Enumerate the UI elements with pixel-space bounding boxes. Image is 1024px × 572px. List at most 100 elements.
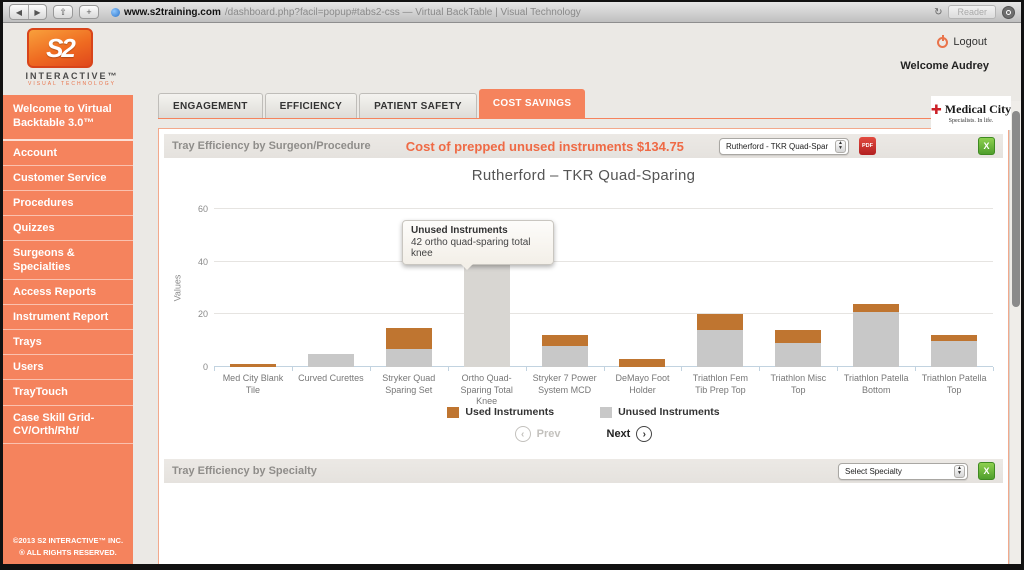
- address-bar[interactable]: www.s2training.com /dashboard.php?facil=…: [105, 7, 928, 18]
- tab-patient-safety[interactable]: PATIENT SAFETY: [359, 93, 477, 118]
- bar-triathlon-misc-top[interactable]: [775, 330, 822, 367]
- unused-segment: [307, 353, 354, 367]
- tray-efficiency-chart: Rutherford – TKR Quad-Sparing Values 0 20…: [159, 158, 1008, 450]
- legend-used-instruments: Used Instruments: [447, 406, 554, 418]
- x-axis-tick: [915, 367, 917, 371]
- excel-export-icon[interactable]: X: [978, 462, 995, 480]
- x-label-10: Triathlon Patella Top: [921, 373, 987, 395]
- new-tab-button[interactable]: +: [79, 5, 99, 19]
- legend-used-label: Used Instruments: [465, 406, 555, 419]
- s2-logo-tagline: VISUAL TECHNOLOGY: [28, 81, 116, 87]
- browser-circle-button[interactable]: [1002, 5, 1015, 19]
- used-segment: [619, 359, 666, 367]
- used-segment: [385, 327, 432, 349]
- tab-engagement[interactable]: ENGAGEMENT: [158, 93, 263, 118]
- select-stepper-icon: ▲ ▼: [954, 464, 965, 478]
- x-label-9: Triathlon Patella Bottom: [843, 373, 909, 395]
- sidebar-item-case-skill-grid-cv-orth-rht[interactable]: Case Skill Grid-CV/Orth/Rht/: [3, 406, 133, 445]
- sidebar-item-trays[interactable]: Trays: [3, 330, 133, 356]
- bar-triathlon-fem-tib-prep-top[interactable]: [697, 314, 744, 367]
- x-label-8: Triathlon Misc Top: [770, 373, 827, 395]
- sidebar-item-traytouch[interactable]: TrayTouch: [3, 380, 133, 406]
- sidebar-footer: ©2013 S2 INTERACTIVE™ INC. ® ALL RIGHTS …: [3, 535, 133, 559]
- medical-cross-icon: ✚: [930, 102, 942, 117]
- cost-summary-text: Cost of prepped unused instruments $134.…: [405, 138, 684, 154]
- unused-segment: [853, 311, 900, 367]
- content-panel: Tray Efficiency by Surgeon/Procedure Cos…: [158, 128, 1009, 564]
- x-axis-tick: [525, 367, 527, 371]
- next-page-button[interactable]: Next ›: [607, 426, 653, 443]
- s2-logo-interactive-text: INTERACTIVE™: [25, 71, 119, 81]
- chart-title: Rutherford – TKR Quad-Sparing: [471, 167, 696, 184]
- sidebar-item-users[interactable]: Users: [3, 355, 133, 381]
- pdf-export-icon[interactable]: PDF: [859, 137, 876, 155]
- legend-unused-label: Unused Instruments: [618, 406, 720, 419]
- panel-surgeon-procedure-header: Tray Efficiency by Surgeon/Procedure Cos…: [164, 134, 1003, 158]
- x-label-6: DeMayo Foot Holder: [615, 373, 670, 395]
- tab-bar: ENGAGEMENT EFFICIENCY PATIENT SAFETY COST S…: [158, 89, 586, 118]
- prev-page-button[interactable]: ‹ Prev: [514, 426, 561, 443]
- unused-segment: [463, 256, 510, 367]
- x-label-1: Med City Blank Tile: [222, 373, 284, 395]
- x-label-2: Curved Curettes: [298, 373, 364, 383]
- sidebar-item-surgeons-specialties[interactable]: Surgeons & Specialties: [3, 241, 133, 280]
- used-segment: [853, 303, 900, 312]
- sidebar-item-access-reports[interactable]: Access Reports: [3, 280, 133, 305]
- bar-demayo-foot-holder[interactable]: [619, 359, 666, 367]
- used-swatch-icon: [447, 406, 460, 418]
- back-button[interactable]: ◀: [10, 5, 28, 19]
- x-axis-tick: [291, 367, 293, 371]
- chart-plot-area: Values 0 20 40 60: [172, 204, 994, 372]
- medical-city-logo: ✚ Medical City Specialists. In life.: [931, 96, 1011, 130]
- chart-pagination: ‹ Prev Next ›: [159, 426, 1008, 443]
- logout-label: Logout: [953, 36, 987, 48]
- x-axis-tick: [759, 367, 761, 371]
- sidebar-item-account[interactable]: Account: [3, 141, 133, 166]
- prev-arrow-icon: ‹: [514, 426, 531, 443]
- y-tick-20: 20: [197, 309, 208, 320]
- tooltip-text: 42 ortho quad-sparing total knee: [411, 237, 531, 259]
- sidebar-item-procedures[interactable]: Procedures: [3, 191, 133, 217]
- sidebar-item-quizzes[interactable]: Quizzes: [3, 216, 133, 242]
- surgeon-procedure-select[interactable]: Rutherford - TKR Quad-Spar ▲ ▼: [719, 137, 849, 155]
- bar-med-city-blank-tile[interactable]: [229, 364, 276, 367]
- panel2-title: Tray Efficiency by Specialty: [172, 465, 317, 477]
- panel-specialty-header: Tray Efficiency by Specialty Select Spec…: [164, 459, 1003, 483]
- x-axis-tick: [837, 367, 839, 371]
- sidebar-item-customer-service[interactable]: Customer Service: [3, 166, 133, 191]
- forward-button[interactable]: ▶: [28, 5, 46, 19]
- reader-button[interactable]: Reader: [948, 5, 996, 19]
- refresh-icon[interactable]: ↻: [934, 7, 942, 18]
- x-axis-tick: [447, 367, 449, 371]
- s2-logo: S2 INTERACTIVE™ VISUAL TECHNOLOGY: [13, 28, 131, 87]
- excel-export-icon[interactable]: X: [978, 137, 995, 155]
- unused-segment: [775, 343, 822, 367]
- url-host: www.s2training.com: [124, 6, 221, 18]
- tab-cost-savings[interactable]: COST SAVINGS: [478, 89, 586, 118]
- medical-city-tagline: Specialists. In life.: [948, 118, 994, 124]
- legend-unused-instruments: Unused Instruments: [600, 406, 720, 418]
- specialty-select-value: Select Specialty: [845, 466, 902, 476]
- x-axis-tick: [681, 367, 683, 371]
- medical-city-name: Medical City: [944, 102, 1012, 116]
- bar-triathlon-patella-bottom[interactable]: [853, 303, 900, 367]
- bar-triathlon-patella-top[interactable]: [931, 335, 978, 367]
- sidebar-item-instrument-report[interactable]: Instrument Report: [3, 305, 133, 331]
- x-label-5: Stryker 7 Power System MCD: [532, 373, 597, 395]
- bar-stryker-7-power-system-mcd[interactable]: [541, 335, 588, 367]
- share-button[interactable]: ⇧: [53, 5, 73, 19]
- x-axis-tick: [369, 367, 371, 371]
- tab-efficiency[interactable]: EFFICIENCY: [264, 93, 358, 118]
- tab-underline: [158, 118, 1009, 119]
- specialty-select[interactable]: Select Specialty ▲ ▼: [838, 462, 968, 480]
- used-segment: [229, 364, 276, 367]
- page-scrollbar[interactable]: [1009, 101, 1021, 564]
- bar-stryker-quad-sparing-set[interactable]: [385, 327, 432, 367]
- scrollbar-thumb[interactable]: [1012, 111, 1020, 307]
- logout-button[interactable]: Logout: [937, 36, 987, 48]
- y-tick-60: 60: [197, 204, 208, 214]
- bar-curved-curettes[interactable]: [307, 353, 354, 367]
- y-tick-40: 40: [197, 256, 208, 267]
- unused-segment: [931, 340, 978, 367]
- x-label-4: Ortho Quad-Sparing Total Knee: [460, 373, 513, 407]
